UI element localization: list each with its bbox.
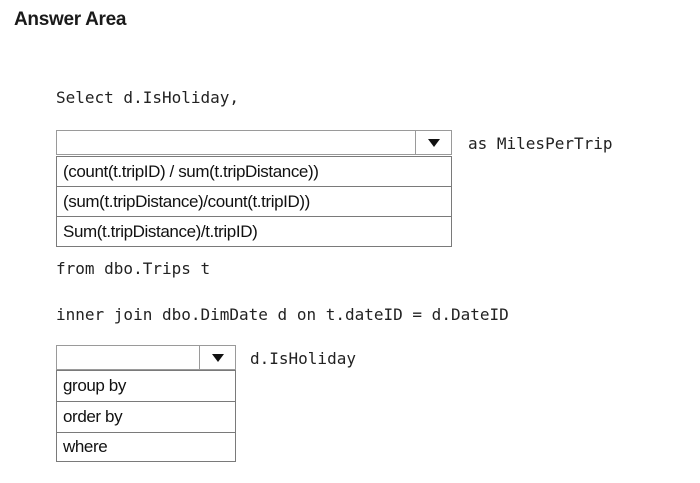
clause-option-order-by[interactable]: order by — [57, 402, 235, 433]
code-line-select: Select d.IsHoliday, — [56, 88, 240, 107]
answer-area-title: Answer Area — [14, 9, 127, 30]
code-alias: as MilesPerTrip — [468, 134, 613, 153]
clause-dropdown-toggle[interactable] — [199, 346, 235, 369]
caret-down-icon — [211, 353, 224, 362]
clause-option-where[interactable]: where — [57, 433, 235, 461]
code-line-from: from dbo.Trips t — [56, 259, 211, 278]
code-line-join: inner join dbo.DimDate d on t.dateID = d… — [56, 305, 509, 324]
caret-down-icon — [427, 138, 440, 147]
miles-per-trip-options: (count(t.tripID) / sum(t.tripDistance)) … — [56, 156, 452, 247]
clause-option-group-by[interactable]: group by — [57, 371, 235, 402]
miles-per-trip-dropdown[interactable] — [56, 130, 452, 155]
clause-dropdown[interactable] — [56, 345, 236, 370]
code-trail: d.IsHoliday — [250, 349, 356, 368]
miles-per-trip-option-3[interactable]: Sum(t.tripDistance)/t.tripID) — [57, 217, 451, 246]
miles-per-trip-option-1[interactable]: (count(t.tripID) / sum(t.tripDistance)) — [57, 157, 451, 187]
miles-per-trip-dropdown-toggle[interactable] — [415, 131, 451, 154]
miles-per-trip-option-2[interactable]: (sum(t.tripDistance)/count(t.tripID)) — [57, 187, 451, 217]
clause-options: group by order by where — [56, 370, 236, 462]
